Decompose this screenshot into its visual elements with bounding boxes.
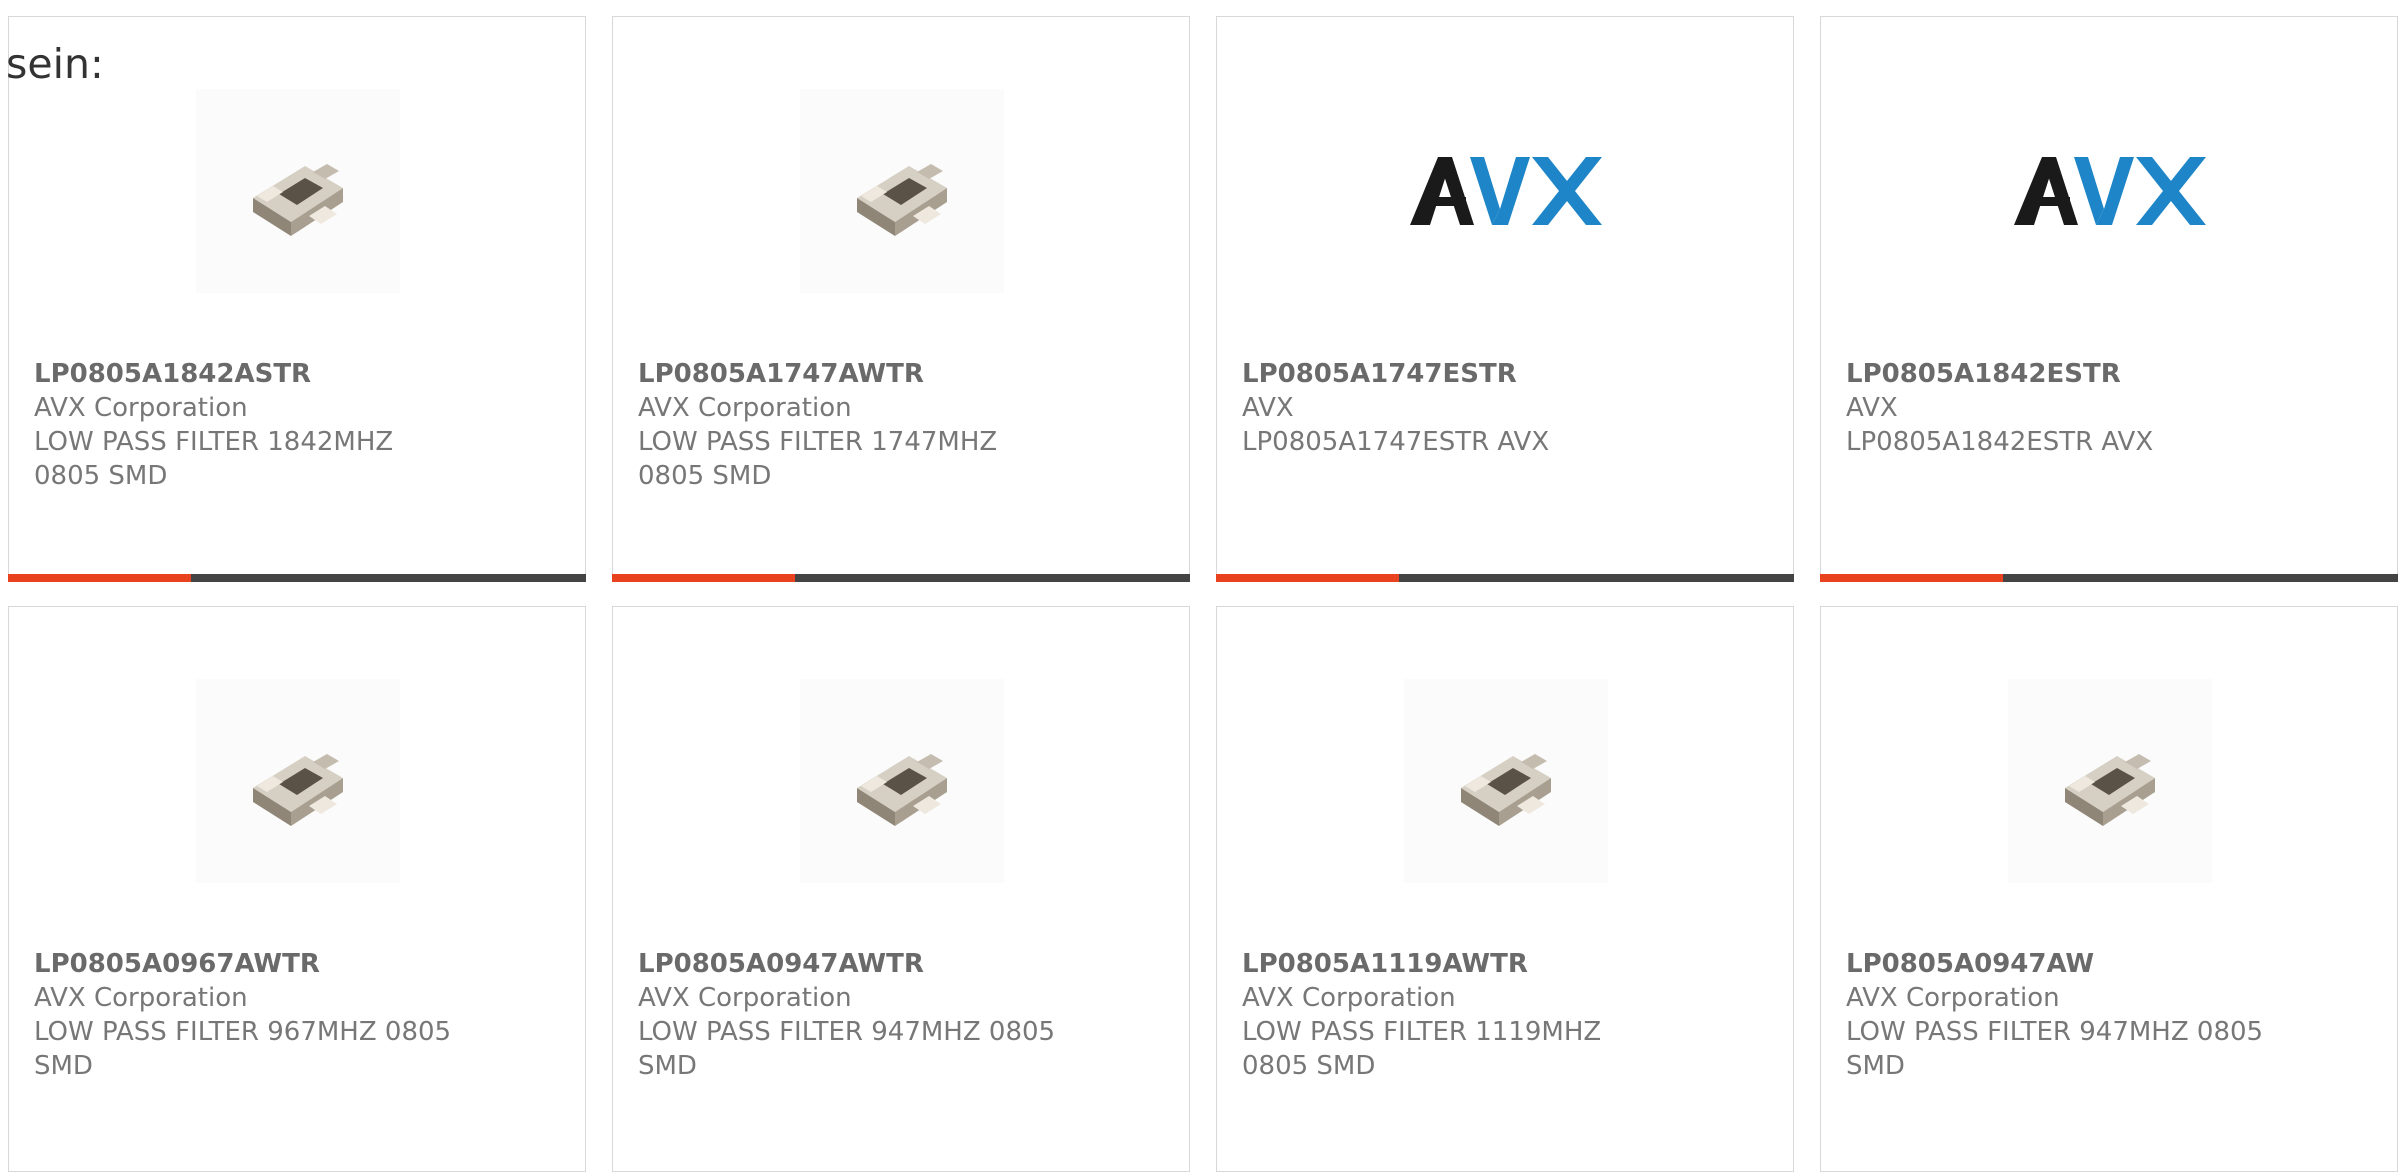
part-number[interactable]: LP0805A1842ASTR bbox=[34, 357, 454, 391]
chip-component-icon bbox=[196, 679, 400, 883]
product-card[interactable]: LP0805A1842ESTR AVX LP0805A1842ESTR AVX bbox=[1820, 16, 2398, 582]
description: LOW PASS FILTER 947MHZ 0805 SMD bbox=[1846, 1017, 2264, 1081]
avx-logo bbox=[2008, 89, 2212, 293]
part-number[interactable]: LP0805A0967AWTR bbox=[34, 947, 454, 981]
description: LOW PASS FILTER 967MHZ 0805 SMD bbox=[34, 1017, 452, 1081]
manufacturer: AVX Corporation bbox=[34, 983, 248, 1013]
manufacturer: AVX bbox=[1242, 393, 1294, 423]
part-number[interactable]: LP0805A1747ESTR bbox=[1242, 357, 1662, 391]
manufacturer: AVX Corporation bbox=[638, 393, 852, 423]
card-footer-bar bbox=[1820, 574, 2398, 582]
manufacturer: AVX bbox=[1846, 393, 1898, 423]
description: LP0805A1842ESTR AVX bbox=[1846, 427, 2154, 457]
card-accent bbox=[1820, 574, 2003, 582]
lead-text: sein: bbox=[6, 40, 104, 88]
description: LOW PASS FILTER 947MHZ 0805 SMD bbox=[638, 1017, 1056, 1081]
description: LOW PASS FILTER 1119MHZ 0805 SMD bbox=[1242, 1017, 1602, 1081]
description: LOW PASS FILTER 1842MHZ 0805 SMD bbox=[34, 427, 394, 491]
product-card[interactable]: LP0805A0947AW AVX Corporation LOW PASS F… bbox=[1820, 606, 2398, 1172]
part-number[interactable]: LP0805A0947AW bbox=[1846, 947, 2266, 981]
manufacturer: AVX Corporation bbox=[34, 393, 248, 423]
manufacturer: AVX Corporation bbox=[638, 983, 852, 1013]
product-card[interactable]: LP0805A1119AWTR AVX Corporation LOW PASS… bbox=[1216, 606, 1794, 1172]
manufacturer: AVX Corporation bbox=[1846, 983, 2060, 1013]
card-accent bbox=[8, 574, 191, 582]
description: LP0805A1747ESTR AVX bbox=[1242, 427, 1550, 457]
chip-component-icon bbox=[800, 679, 1004, 883]
product-card[interactable]: LP0805A1842ASTR AVX Corporation LOW PASS… bbox=[8, 16, 586, 582]
card-footer-bar bbox=[612, 574, 1190, 582]
description: LOW PASS FILTER 1747MHZ 0805 SMD bbox=[638, 427, 998, 491]
part-number[interactable]: LP0805A0947AWTR bbox=[638, 947, 1058, 981]
product-card[interactable]: LP0805A0967AWTR AVX Corporation LOW PASS… bbox=[8, 606, 586, 1172]
card-footer-bar bbox=[1216, 574, 1794, 582]
chip-component-icon bbox=[800, 89, 1004, 293]
chip-component-icon bbox=[1404, 679, 1608, 883]
product-card[interactable]: LP0805A1747AWTR AVX Corporation LOW PASS… bbox=[612, 16, 1190, 582]
product-card[interactable]: LP0805A0947AWTR AVX Corporation LOW PASS… bbox=[612, 606, 1190, 1172]
chip-component-icon bbox=[196, 89, 400, 293]
part-number[interactable]: LP0805A1747AWTR bbox=[638, 357, 1058, 391]
chip-component-icon bbox=[2008, 679, 2212, 883]
product-card[interactable]: LP0805A1747ESTR AVX LP0805A1747ESTR AVX bbox=[1216, 16, 1794, 582]
manufacturer: AVX Corporation bbox=[1242, 983, 1456, 1013]
part-number[interactable]: LP0805A1842ESTR bbox=[1846, 357, 2266, 391]
avx-logo bbox=[1404, 89, 1608, 293]
card-footer-bar bbox=[8, 574, 586, 582]
card-accent bbox=[612, 574, 795, 582]
card-accent bbox=[1216, 574, 1399, 582]
part-number[interactable]: LP0805A1119AWTR bbox=[1242, 947, 1662, 981]
